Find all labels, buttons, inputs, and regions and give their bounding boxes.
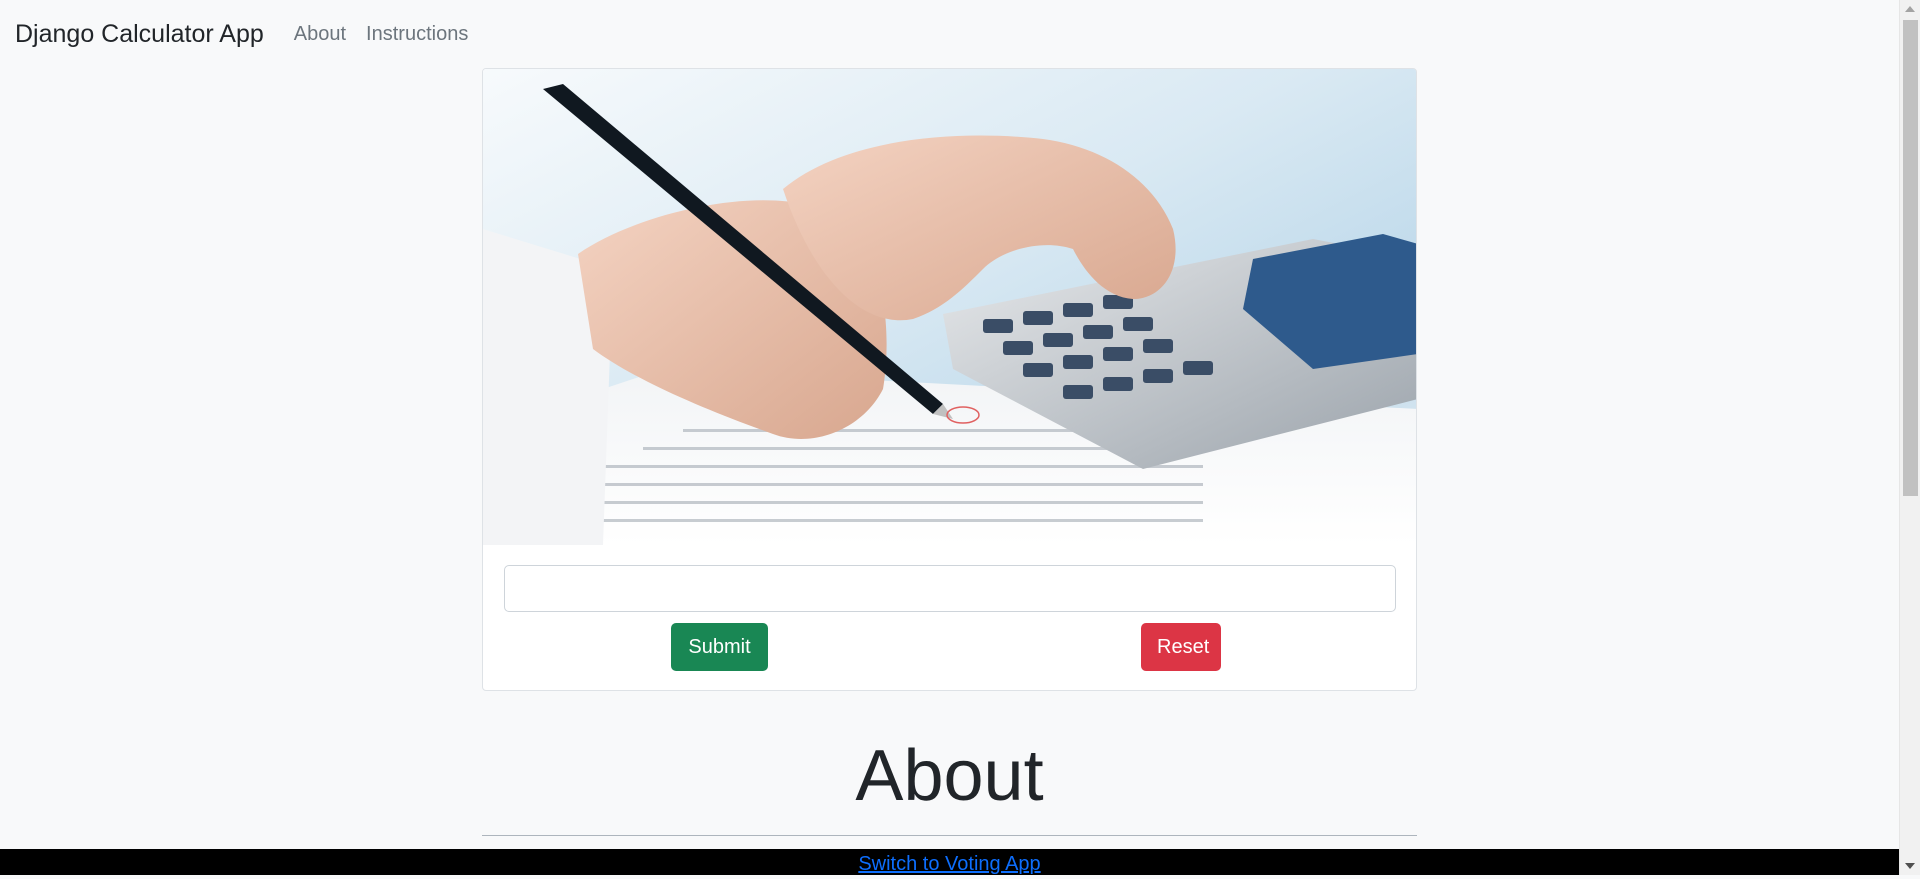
submit-button[interactable]: Submit [671,623,768,671]
hero-image [483,69,1416,545]
vertical-scrollbar[interactable] [1899,0,1920,875]
scrollbar-thumb[interactable] [1903,20,1918,496]
section-divider [482,835,1417,836]
nav-link-about[interactable]: About [294,23,346,46]
nav-link-instructions[interactable]: Instructions [366,23,468,46]
top-navbar: Django Calculator App About Instructions [0,0,1899,68]
chevron-down-icon[interactable] [1905,863,1915,869]
calculator-card: Submit Reset [482,68,1417,691]
reset-button[interactable]: Reset [1141,623,1221,671]
calculator-photo-illustration [483,69,1416,545]
footer-bar: Switch to Voting App [0,849,1899,875]
expression-input[interactable] [504,565,1396,612]
about-heading: About [855,736,1044,816]
brand-link[interactable]: Django Calculator App [15,20,264,49]
chevron-up-icon[interactable] [1905,6,1915,12]
switch-to-voting-link[interactable]: Switch to Voting App [858,853,1040,875]
calculator-form: Submit Reset [483,545,1416,690]
